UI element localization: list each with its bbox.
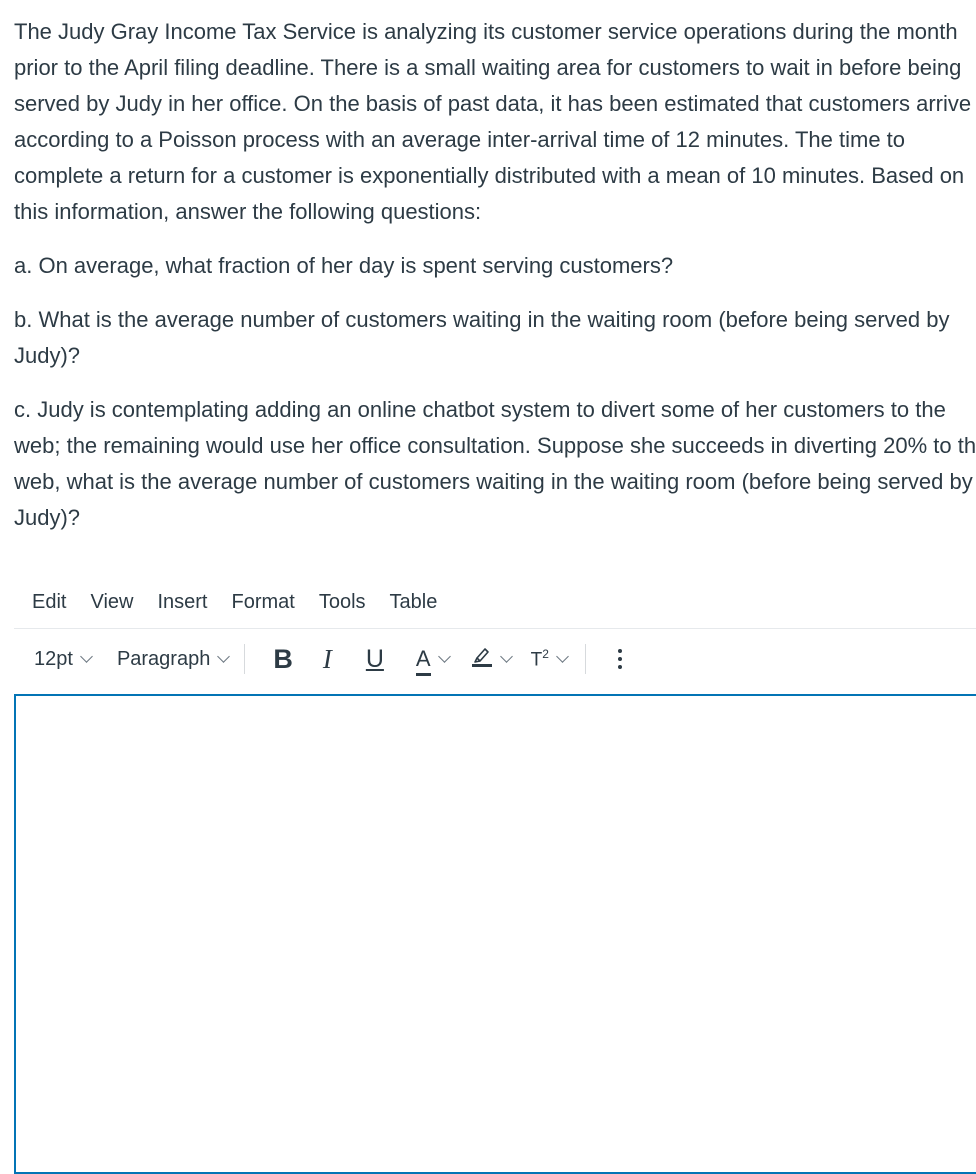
question-part-a: a. On average, what fraction of her day … — [14, 253, 674, 278]
chevron-down-icon — [556, 650, 569, 663]
bold-button[interactable]: B — [273, 644, 293, 675]
question-part-c: c. Judy is contemplating adding an onlin… — [14, 397, 976, 530]
question-text: The Judy Gray Income Tax Service is anal… — [14, 14, 976, 554]
editor-menubar: Edit View Insert Format Tools Table — [14, 582, 449, 622]
menu-edit[interactable]: Edit — [14, 591, 78, 614]
menu-view[interactable]: View — [78, 591, 145, 614]
block-format-dropdown[interactable]: Paragraph — [116, 647, 231, 671]
menu-table[interactable]: Table — [378, 591, 450, 614]
chevron-down-icon — [499, 650, 513, 663]
menu-format[interactable]: Format — [220, 591, 307, 614]
chevron-down-icon — [80, 650, 93, 663]
question-part-b: b. What is the average number of custome… — [14, 307, 950, 368]
highlight-color-button[interactable] — [471, 643, 513, 675]
toolbar-separator — [584, 644, 586, 674]
superscript-icon: T2 — [530, 646, 549, 671]
highlighter-icon — [471, 643, 493, 675]
toolbar-separator — [244, 644, 246, 674]
underline-button[interactable]: U — [366, 645, 384, 674]
block-format-value: Paragraph — [116, 647, 211, 670]
chevron-down-icon — [437, 650, 451, 663]
editor-toolbar: 12pt Paragraph B I U A T2 — [14, 636, 976, 682]
italic-button[interactable]: I — [323, 644, 332, 675]
question-intro: The Judy Gray Income Tax Service is anal… — [14, 19, 972, 224]
chevron-down-icon — [217, 650, 231, 663]
menu-insert[interactable]: Insert — [145, 591, 219, 614]
more-vertical-icon[interactable] — [617, 649, 622, 669]
superscript-button[interactable]: T2 — [530, 646, 569, 671]
answer-editor[interactable] — [14, 694, 976, 1174]
menu-tools[interactable]: Tools — [307, 591, 378, 614]
font-size-dropdown[interactable]: 12pt — [34, 647, 93, 671]
text-color-button[interactable]: A — [415, 647, 451, 676]
toolbar-divider — [14, 628, 976, 629]
font-size-value: 12pt — [34, 647, 73, 670]
text-color-icon: A — [415, 647, 431, 676]
